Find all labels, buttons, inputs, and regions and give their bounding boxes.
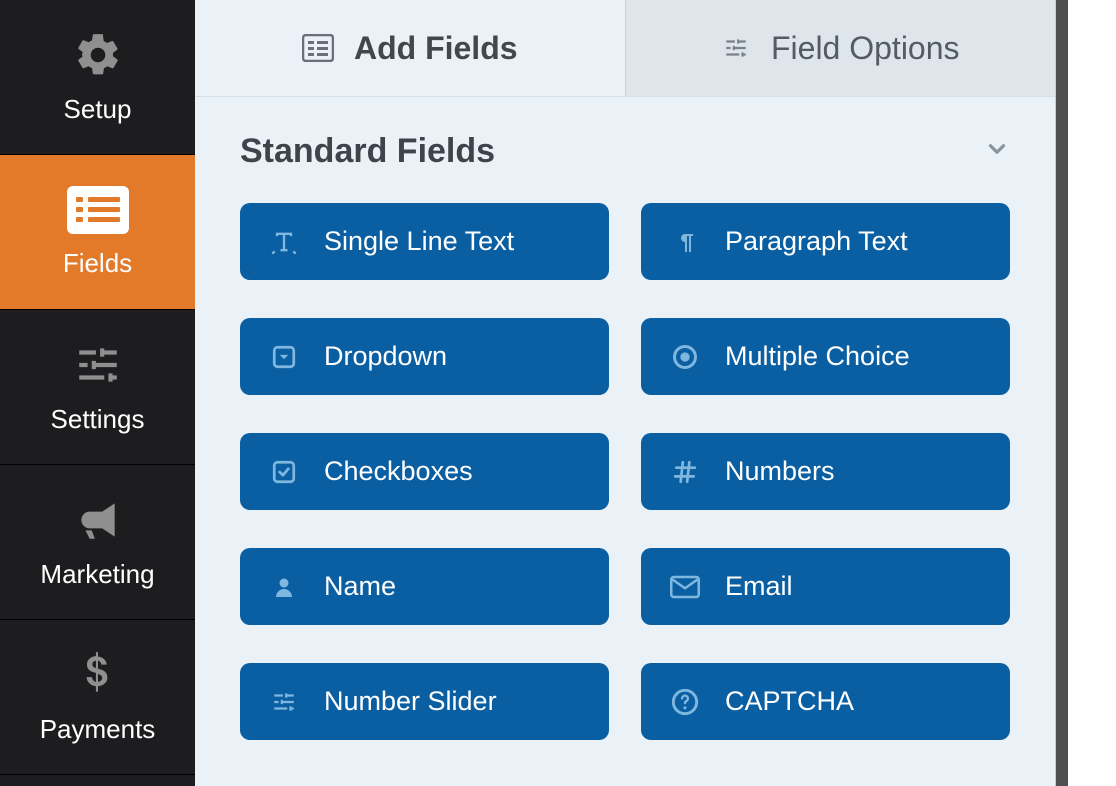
field-multiple-choice[interactable]: Multiple Choice (641, 318, 1010, 395)
field-numbers[interactable]: Numbers (641, 433, 1010, 510)
field-label: Multiple Choice (725, 341, 910, 372)
paragraph-icon (669, 228, 701, 256)
sidebar-item-label: Marketing (40, 559, 154, 590)
sidebar: Setup Fields Settings Marketing Payments (0, 0, 195, 786)
sidebar-item-label: Payments (40, 714, 156, 745)
field-single-line-text[interactable]: Single Line Text (240, 203, 609, 280)
tabs: Add Fields Field Options (195, 0, 1055, 97)
hashtag-icon (669, 459, 701, 485)
preview-pane (1056, 0, 1116, 786)
dollar-icon (78, 650, 118, 700)
field-number-slider[interactable]: Number Slider (240, 663, 609, 740)
checkbox-icon (268, 459, 300, 485)
field-captcha[interactable]: CAPTCHA (641, 663, 1010, 740)
form-icon (302, 34, 334, 62)
question-circle-icon (669, 688, 701, 716)
sidebar-item-marketing[interactable]: Marketing (0, 465, 195, 620)
field-email[interactable]: Email (641, 548, 1010, 625)
gear-icon (73, 30, 123, 80)
sliders-icon (268, 689, 300, 715)
tab-field-options[interactable]: Field Options (625, 0, 1056, 96)
field-label: Numbers (725, 456, 835, 487)
tab-label: Field Options (771, 30, 960, 67)
main-panel: Add Fields Field Options Standard Fields… (195, 0, 1056, 786)
field-label: Paragraph Text (725, 226, 908, 257)
user-icon (268, 573, 300, 601)
field-label: Single Line Text (324, 226, 514, 257)
field-label: Dropdown (324, 341, 447, 372)
tab-label: Add Fields (354, 30, 518, 67)
field-label: Number Slider (324, 686, 497, 717)
bullhorn-icon (73, 495, 123, 545)
section-header: Standard Fields (195, 97, 1055, 203)
field-paragraph-text[interactable]: Paragraph Text (641, 203, 1010, 280)
field-dropdown[interactable]: Dropdown (240, 318, 609, 395)
field-checkboxes[interactable]: Checkboxes (240, 433, 609, 510)
sidebar-item-payments[interactable]: Payments (0, 620, 195, 775)
sidebar-item-label: Settings (51, 404, 145, 435)
envelope-icon (669, 575, 701, 599)
field-label: Name (324, 571, 396, 602)
tab-add-fields[interactable]: Add Fields (195, 0, 625, 96)
sliders-icon (73, 340, 123, 390)
sidebar-item-settings[interactable]: Settings (0, 310, 195, 465)
caret-down-square-icon (268, 344, 300, 370)
radio-icon (669, 343, 701, 371)
field-label: CAPTCHA (725, 686, 854, 717)
text-icon (268, 228, 300, 256)
section-title: Standard Fields (240, 132, 495, 171)
sidebar-item-fields[interactable]: Fields (0, 155, 195, 310)
sidebar-item-setup[interactable]: Setup (0, 0, 195, 155)
fields-grid: Single Line Text Paragraph Text Dropdown… (195, 203, 1055, 780)
field-label: Checkboxes (324, 456, 473, 487)
preview-canvas (1068, 0, 1116, 786)
sidebar-item-label: Setup (64, 94, 132, 125)
sliders-icon (721, 35, 751, 61)
list-icon (67, 186, 129, 234)
field-label: Email (725, 571, 793, 602)
sidebar-item-label: Fields (63, 248, 132, 279)
app-root: Setup Fields Settings Marketing Payments (0, 0, 1116, 786)
field-name[interactable]: Name (240, 548, 609, 625)
chevron-down-icon[interactable] (984, 136, 1010, 167)
